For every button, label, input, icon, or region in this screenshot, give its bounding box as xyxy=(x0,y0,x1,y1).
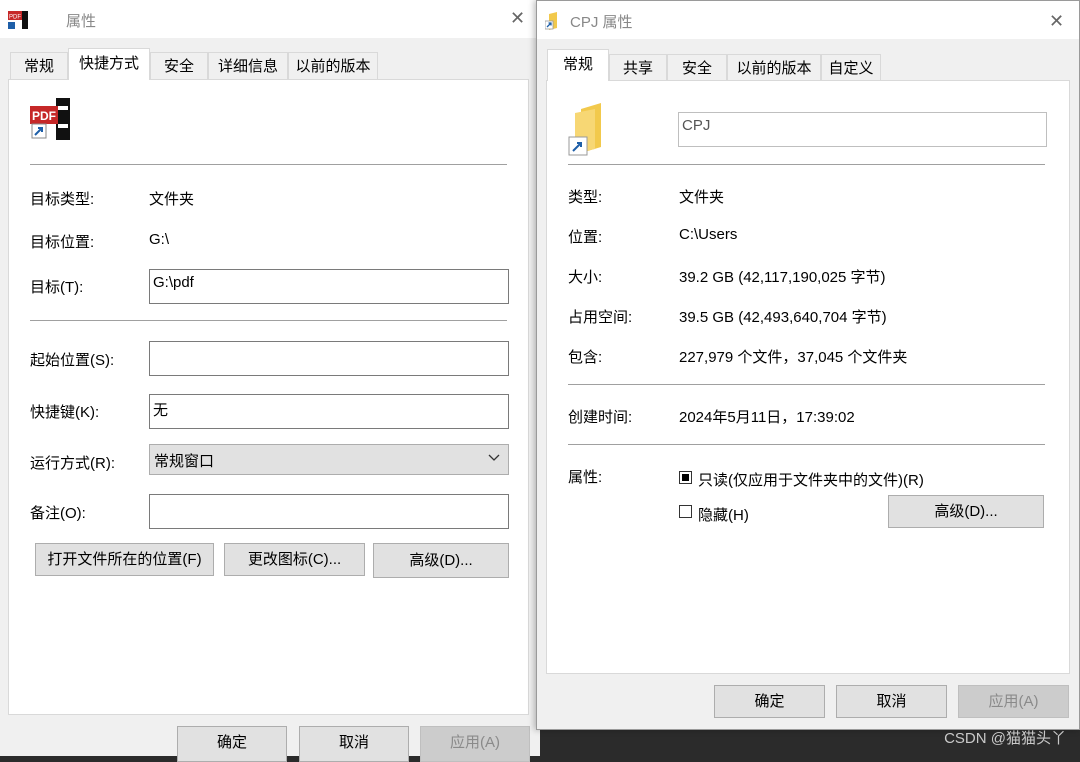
close-button[interactable]: ✕ xyxy=(510,8,525,28)
start-in-input[interactable] xyxy=(149,341,509,376)
folder-shortcut-icon xyxy=(567,103,607,159)
divider xyxy=(568,384,1045,385)
target-label: 目标(T): xyxy=(30,279,84,296)
tab-previous-versions[interactable]: 以前的版本 xyxy=(288,52,378,80)
tab-shortcut[interactable]: 快捷方式 xyxy=(68,48,150,80)
target-type-value: 文件夹 xyxy=(149,191,195,208)
shortcut-key-input[interactable]: 无 xyxy=(149,394,509,429)
size-on-disk-value: 39.5 GB (42,493,640,704 字节) xyxy=(679,309,887,326)
shortcut-properties-window: PDF 属性 ✕ 常规 快捷方式 安全 详细信息 以前的版本 PDF 目标类型:… xyxy=(0,0,540,762)
size-label: 大小: xyxy=(568,269,603,286)
pdf-shortcut-icon: PDF xyxy=(30,98,70,140)
created-value: 2024年5月11日，17:39:02 xyxy=(679,409,855,426)
comment-label: 备注(O): xyxy=(30,505,86,522)
size-value: 39.2 GB (42,117,190,025 字节) xyxy=(679,269,886,286)
cancel-button[interactable]: 取消 xyxy=(299,726,409,762)
chevron-down-icon xyxy=(488,449,500,469)
window-title: 属性 xyxy=(66,13,97,30)
attributes-label: 属性: xyxy=(568,469,603,486)
run-select[interactable]: 常规窗口 xyxy=(149,444,509,475)
readonly-label: 只读(仅应用于文件夹中的文件)(R) xyxy=(698,472,924,489)
readonly-checkbox[interactable] xyxy=(679,471,692,484)
hidden-label: 隐藏(H) xyxy=(698,507,749,524)
cancel-button[interactable]: 取消 xyxy=(836,685,947,718)
location-label: 位置: xyxy=(568,229,603,246)
tab-security[interactable]: 安全 xyxy=(150,52,208,80)
change-icon-button[interactable]: 更改图标(C)... xyxy=(224,543,365,576)
hidden-checkbox[interactable] xyxy=(679,505,692,518)
comment-input[interactable] xyxy=(149,494,509,529)
location-value: C:\Users xyxy=(679,226,738,243)
target-type-label: 目标类型: xyxy=(30,191,95,208)
start-in-label: 起始位置(S): xyxy=(30,352,115,369)
title-bar: CPJ 属性 ✕ xyxy=(537,1,1079,39)
created-label: 创建时间: xyxy=(568,409,633,426)
divider xyxy=(568,164,1045,165)
watermark: CSDN @猫猫头丫 xyxy=(944,730,1066,747)
divider xyxy=(30,164,507,165)
svg-text:PDF: PDF xyxy=(9,15,21,21)
open-file-location-button[interactable]: 打开文件所在的位置(F) xyxy=(35,543,214,576)
shortcut-key-label: 快捷键(K): xyxy=(30,404,100,421)
target-input[interactable]: G:\pdf xyxy=(149,269,509,304)
size-on-disk-label: 占用空间: xyxy=(568,309,633,326)
tab-general[interactable]: 常规 xyxy=(10,52,68,80)
tab-security[interactable]: 安全 xyxy=(667,54,727,82)
general-tab-panel: CPJ 类型: 文件夹 位置: C:\Users 大小: 39.2 GB (42… xyxy=(546,80,1070,674)
window-title: CPJ 属性 xyxy=(570,14,633,31)
app-icon: PDF xyxy=(8,9,28,29)
ok-button[interactable]: 确定 xyxy=(714,685,825,718)
advanced-button[interactable]: 高级(D)... xyxy=(888,495,1044,528)
target-location-label: 目标位置: xyxy=(30,234,95,251)
run-select-value: 常规窗口 xyxy=(154,453,215,470)
tab-previous-versions[interactable]: 以前的版本 xyxy=(727,54,821,82)
contains-label: 包含: xyxy=(568,349,603,366)
type-value: 文件夹 xyxy=(679,189,725,206)
tab-customize[interactable]: 自定义 xyxy=(821,54,881,82)
title-bar: PDF 属性 ✕ xyxy=(0,0,540,38)
apply-button[interactable]: 应用(A) xyxy=(420,726,530,762)
divider xyxy=(30,320,507,321)
apply-button[interactable]: 应用(A) xyxy=(958,685,1069,718)
run-label: 运行方式(R): xyxy=(30,455,115,472)
folder-properties-window: CPJ 属性 ✕ 常规 共享 安全 以前的版本 自定义 CPJ 类型: 文件夹 … xyxy=(536,0,1080,730)
close-button[interactable]: ✕ xyxy=(1049,11,1064,31)
divider xyxy=(568,444,1045,445)
tab-general[interactable]: 常规 xyxy=(547,49,609,81)
svg-text:PDF: PDF xyxy=(32,109,56,123)
type-label: 类型: xyxy=(568,189,603,206)
contains-value: 227,979 个文件，37,045 个文件夹 xyxy=(679,349,908,366)
folder-icon xyxy=(544,12,563,30)
advanced-button[interactable]: 高级(D)... xyxy=(373,543,509,578)
target-location-value: G:\ xyxy=(149,231,170,248)
tab-sharing[interactable]: 共享 xyxy=(609,54,667,82)
shortcut-tab-panel: PDF 目标类型: 文件夹 目标位置: G:\ 目标(T): G:\pdf 起始… xyxy=(8,79,529,715)
tab-details[interactable]: 详细信息 xyxy=(208,52,288,80)
folder-name-input[interactable]: CPJ xyxy=(678,112,1047,147)
ok-button[interactable]: 确定 xyxy=(177,726,287,762)
